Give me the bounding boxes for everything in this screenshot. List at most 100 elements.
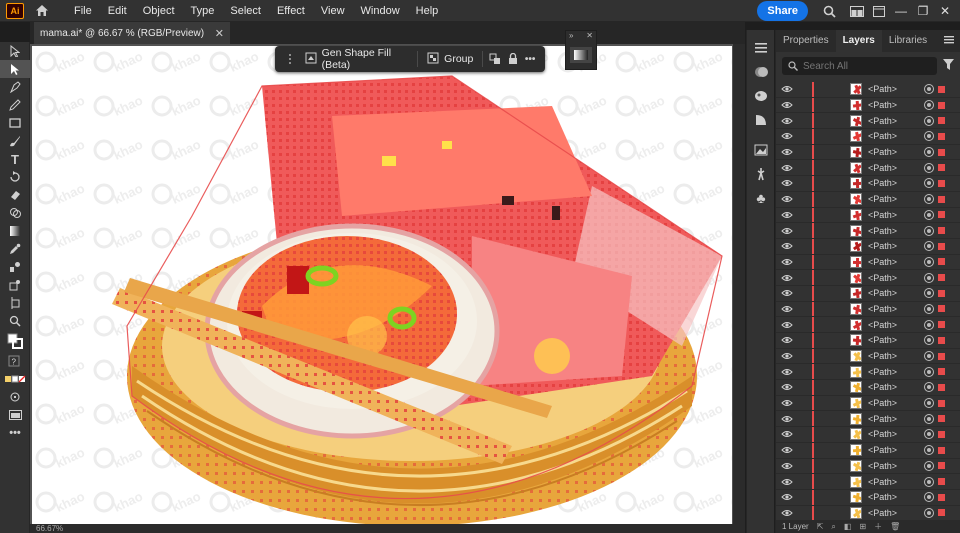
panel-menu-icon[interactable]: [938, 30, 960, 52]
layer-row[interactable]: <Path>: [776, 144, 960, 161]
target-icon[interactable]: [924, 288, 934, 299]
selection-indicator[interactable]: [938, 211, 945, 219]
visibility-eye-icon[interactable]: [776, 148, 798, 156]
visibility-eye-icon[interactable]: [776, 164, 798, 172]
visibility-eye-icon[interactable]: [776, 462, 798, 470]
workspace-icon[interactable]: [868, 0, 890, 22]
menu-effect[interactable]: Effect: [269, 0, 313, 22]
visibility-eye-icon[interactable]: [776, 211, 798, 219]
new-sublayer-icon[interactable]: ⊞: [859, 522, 866, 531]
target-icon[interactable]: [924, 272, 934, 283]
selection-indicator[interactable]: [938, 509, 945, 517]
layer-row[interactable]: <Path>: [776, 458, 960, 475]
tab-properties[interactable]: Properties: [776, 30, 836, 52]
horizontal-scrollbar[interactable]: 66.67%: [30, 524, 745, 533]
shape-builder-tool-icon[interactable]: [0, 204, 30, 222]
layers-search[interactable]: [782, 57, 937, 75]
arrange-documents-icon[interactable]: [846, 0, 868, 22]
document-tab[interactable]: mama.ai* @ 66.67 % (RGB/Preview) ✕: [34, 22, 230, 44]
visibility-eye-icon[interactable]: [776, 227, 798, 235]
collapse-icon[interactable]: »: [569, 31, 573, 41]
arrange-icon[interactable]: [486, 49, 504, 69]
selection-indicator[interactable]: [938, 132, 945, 140]
selection-indicator[interactable]: [938, 85, 945, 93]
paintbrush-tool-icon[interactable]: [0, 132, 30, 150]
eraser-tool-icon[interactable]: [0, 186, 30, 204]
filter-icon[interactable]: [943, 59, 954, 73]
menu-file[interactable]: File: [66, 0, 100, 22]
visibility-eye-icon[interactable]: [776, 478, 798, 486]
visibility-eye-icon[interactable]: [776, 242, 798, 250]
target-icon[interactable]: [924, 492, 934, 503]
home-icon[interactable]: [34, 3, 50, 19]
group-button[interactable]: Group: [421, 49, 479, 69]
selection-indicator[interactable]: [938, 478, 945, 486]
visibility-eye-icon[interactable]: [776, 509, 798, 517]
pen-tool-icon[interactable]: [0, 78, 30, 96]
selection-indicator[interactable]: [938, 227, 945, 235]
visibility-eye-icon[interactable]: [776, 352, 798, 360]
visibility-eye-icon[interactable]: [776, 132, 798, 140]
fill-stroke-toggle-icon[interactable]: ?: [0, 352, 30, 370]
color-guide-icon[interactable]: [747, 60, 775, 84]
layer-row[interactable]: <Path>: [776, 129, 960, 145]
drag-handle-icon[interactable]: [281, 49, 299, 69]
selection-indicator[interactable]: [938, 148, 945, 156]
zoom-readout[interactable]: 66.67%: [36, 524, 63, 533]
layer-row[interactable]: <Path>: [776, 489, 960, 506]
layer-row[interactable]: <Path>: [776, 333, 960, 349]
menu-type[interactable]: Type: [183, 0, 223, 22]
vertical-scrollbar[interactable]: [733, 44, 745, 524]
visibility-eye-icon[interactable]: [776, 321, 798, 329]
blend-tool-icon[interactable]: [0, 258, 30, 276]
layer-row[interactable]: <Path>: [776, 301, 960, 318]
selection-indicator[interactable]: [938, 101, 945, 109]
layer-row[interactable]: <Path>: [776, 474, 960, 490]
layer-row[interactable]: <Path>: [776, 97, 960, 114]
layer-row[interactable]: <Path>: [776, 176, 960, 192]
menu-object[interactable]: Object: [135, 0, 183, 22]
target-icon[interactable]: [924, 100, 934, 111]
menu-select[interactable]: Select: [222, 0, 269, 22]
visibility-eye-icon[interactable]: [776, 493, 798, 501]
menu-view[interactable]: View: [313, 0, 353, 22]
target-icon[interactable]: [924, 131, 934, 142]
target-icon[interactable]: [924, 256, 934, 267]
collect-export-icon[interactable]: ⇱: [817, 522, 824, 531]
selection-indicator[interactable]: [938, 430, 945, 438]
pencil-tool-icon[interactable]: [0, 96, 30, 114]
selection-indicator[interactable]: [938, 383, 945, 391]
gradient-swatch-icon[interactable]: [570, 47, 592, 63]
visibility-eye-icon[interactable]: [776, 383, 798, 391]
target-icon[interactable]: [924, 225, 934, 236]
selection-indicator[interactable]: [938, 368, 945, 376]
close-tab-icon[interactable]: ✕: [215, 27, 224, 40]
layer-row[interactable]: <Path>: [776, 223, 960, 239]
layer-row[interactable]: <Path>: [776, 270, 960, 286]
selection-indicator[interactable]: [938, 242, 945, 250]
locate-object-icon[interactable]: ⌕: [831, 522, 835, 532]
visibility-eye-icon[interactable]: [776, 415, 798, 423]
layer-row[interactable]: <Path>: [776, 254, 960, 271]
symbol-sprayer-tool-icon[interactable]: [0, 276, 30, 294]
symbols-icon[interactable]: ♣: [747, 186, 775, 210]
target-icon[interactable]: [924, 366, 934, 377]
zoom-tool-icon[interactable]: [0, 312, 30, 330]
layer-row[interactable]: <Path>: [776, 285, 960, 302]
target-icon[interactable]: [924, 303, 934, 314]
layer-row[interactable]: <Path>: [776, 207, 960, 224]
visibility-eye-icon[interactable]: [776, 195, 798, 203]
menu-help[interactable]: Help: [408, 0, 447, 22]
screen-mode-icon[interactable]: [0, 406, 30, 424]
appearance-icon[interactable]: [747, 108, 775, 132]
minimize-button[interactable]: —: [890, 0, 912, 22]
target-icon[interactable]: [924, 178, 934, 189]
more-options-icon[interactable]: •••: [521, 49, 539, 69]
layer-row[interactable]: <Path>: [776, 395, 960, 412]
visibility-eye-icon[interactable]: [776, 117, 798, 125]
selection-indicator[interactable]: [938, 493, 945, 501]
layer-row[interactable]: <Path>: [776, 317, 960, 333]
draw-mode-icon[interactable]: [0, 388, 30, 406]
artboard-tool-icon[interactable]: [0, 294, 30, 312]
swatches-icon[interactable]: [747, 84, 775, 108]
